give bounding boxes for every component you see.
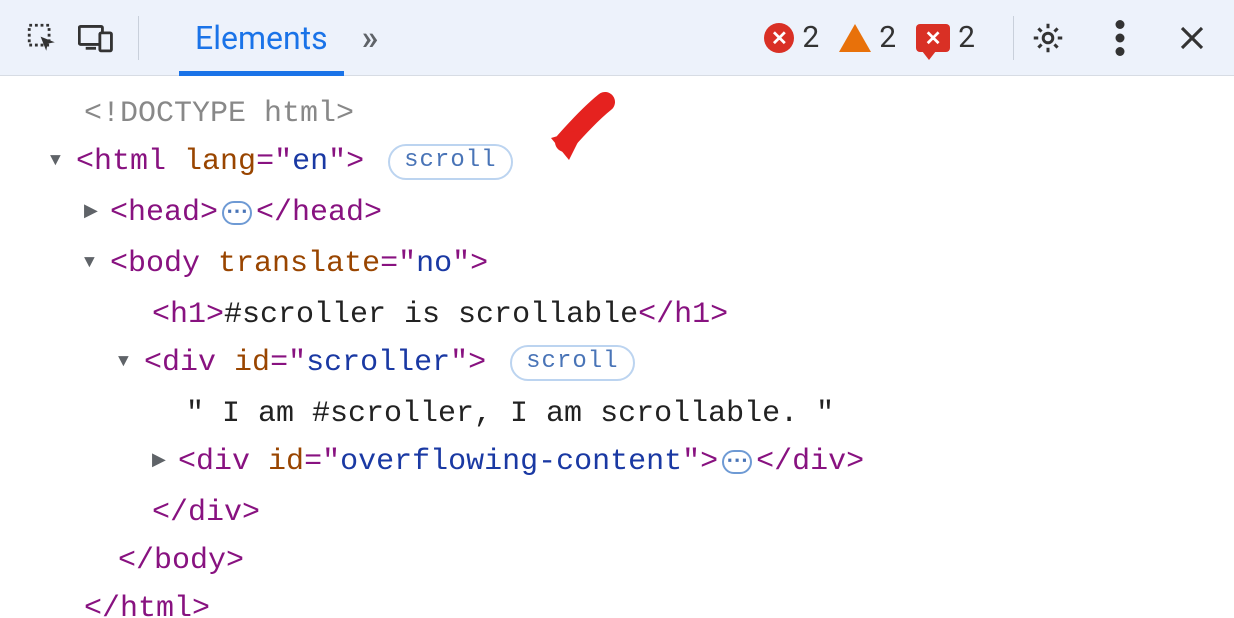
dom-tree[interactable]: <!DOCTYPE html> <html lang="en"> scroll …: [0, 76, 1234, 618]
dom-line-html-open[interactable]: <html lang="en"> scroll: [50, 138, 1234, 189]
ellipsis-icon[interactable]: ⋯: [222, 201, 252, 225]
toolbar-right: [1024, 14, 1216, 62]
dom-line-doctype[interactable]: <!DOCTYPE html>: [50, 90, 1234, 138]
ellipsis-icon[interactable]: ⋯: [722, 450, 752, 474]
scroll-badge[interactable]: scroll: [510, 345, 634, 381]
error-icon: ✕: [764, 23, 794, 53]
toolbar-divider: [138, 16, 139, 60]
inspect-element-icon[interactable]: [18, 14, 66, 62]
devtools-toolbar: Elements » ✕ 2 2 ✕ 2: [0, 0, 1234, 76]
close-icon[interactable]: [1168, 14, 1216, 62]
dom-line-div-scroller[interactable]: <div id="scroller"> scroll: [50, 339, 1234, 390]
expand-caret[interactable]: [152, 438, 178, 489]
expand-caret[interactable]: [118, 339, 144, 390]
errors-count: 2: [802, 20, 819, 55]
dom-line-html-close[interactable]: </html>: [50, 585, 1234, 618]
issue-icon: ✕: [916, 24, 950, 52]
dom-line-body-open[interactable]: <body translate="no">: [50, 240, 1234, 291]
settings-icon[interactable]: [1024, 14, 1072, 62]
dom-line-h1[interactable]: <h1>#scroller is scrollable</h1>: [50, 291, 1234, 339]
dom-line-head[interactable]: <head>⋯</head>: [50, 189, 1234, 240]
kebab-menu-icon[interactable]: [1096, 14, 1144, 62]
errors-status[interactable]: ✕ 2: [756, 20, 827, 55]
warnings-count: 2: [879, 20, 896, 55]
issues-status[interactable]: ✕ 2: [908, 20, 983, 55]
doctype-text: <!DOCTYPE html>: [84, 97, 354, 131]
device-toggle-icon[interactable]: [72, 14, 120, 62]
expand-caret[interactable]: [84, 189, 110, 240]
issues-count: 2: [958, 20, 975, 55]
warning-icon: [839, 24, 871, 52]
dom-line-div-close[interactable]: </div>: [50, 489, 1234, 537]
dom-line-textnode[interactable]: " I am #scroller, I am scrollable. ": [50, 390, 1234, 438]
scroll-badge[interactable]: scroll: [388, 144, 512, 180]
expand-caret[interactable]: [84, 240, 110, 291]
warnings-status[interactable]: 2: [831, 20, 904, 55]
dom-line-div-overflow[interactable]: <div id="overflowing-content">⋯</div>: [50, 438, 1234, 489]
more-tabs-icon[interactable]: »: [362, 18, 376, 58]
dom-line-body-close[interactable]: </body>: [50, 537, 1234, 585]
toolbar-divider: [1013, 16, 1014, 60]
expand-caret[interactable]: [50, 138, 76, 189]
tab-elements[interactable]: Elements: [177, 0, 346, 75]
status-group: ✕ 2 2 ✕ 2: [756, 20, 983, 55]
tabs: Elements »: [177, 0, 375, 75]
